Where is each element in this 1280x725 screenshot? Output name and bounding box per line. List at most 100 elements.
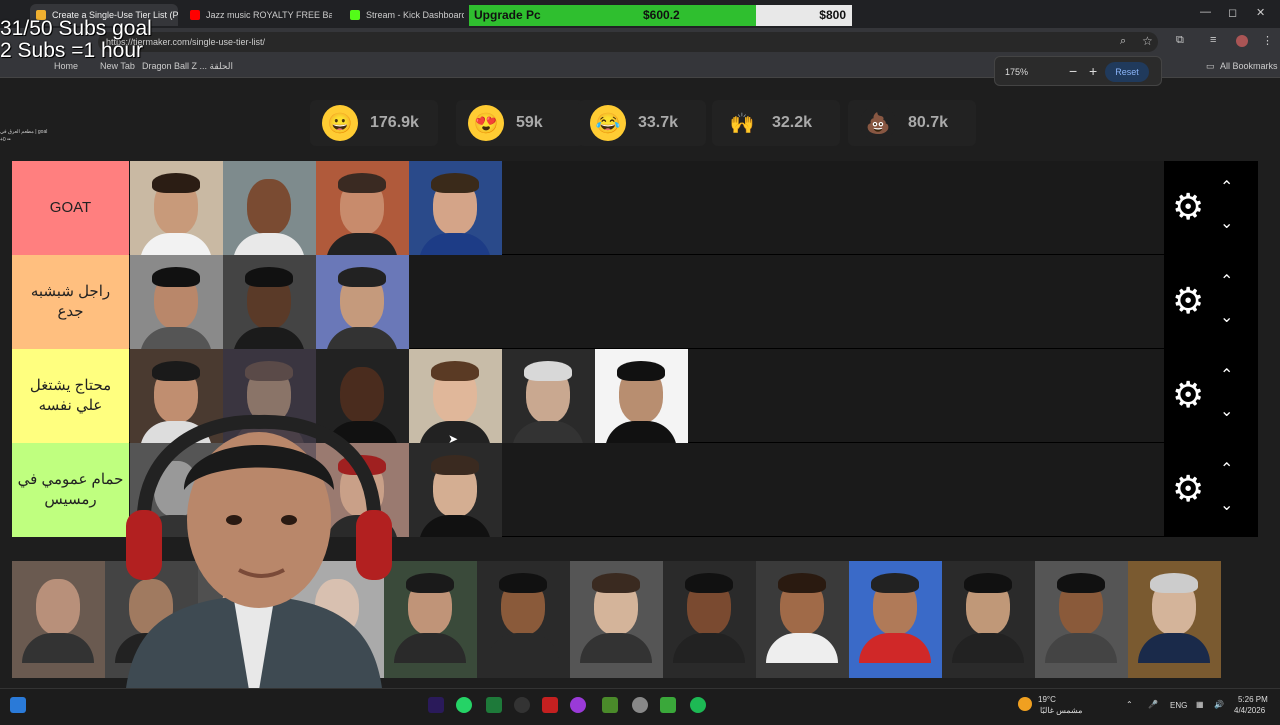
chevron-down-icon[interactable]: ⌄ [1220,401,1233,421]
tier-item-image[interactable] [502,349,595,443]
chevron-down-icon[interactable]: ⌄ [1220,495,1233,515]
clock-time[interactable]: 5:26 PM [1238,695,1268,704]
reaction-count: 59k [516,114,543,131]
tray-chevron-icon[interactable]: ⌃ [1126,700,1133,709]
windows-start-icon[interactable] [10,697,26,713]
minimize-icon[interactable]: — [1200,6,1211,18]
pool-item-image[interactable] [663,561,756,678]
tier-item-image[interactable] [130,255,223,349]
app-icon[interactable] [570,697,586,713]
notepad-icon[interactable] [660,697,676,713]
weather-temp[interactable]: 19°C [1038,695,1056,704]
subs-goal-line1: 31/50 Subs goal [0,17,152,40]
bookmark-new-tab[interactable]: New Tab [100,61,135,71]
tier-item-image[interactable] [595,349,688,443]
chevron-up-icon[interactable]: ⌃ [1220,365,1233,385]
microphone-icon[interactable]: 🎤 [1148,700,1158,709]
zoom-reset-button[interactable]: Reset [1105,62,1149,82]
chevron-up-icon[interactable]: ⌃ [1220,177,1233,197]
spotify-icon[interactable] [690,697,706,713]
tab-title: Jazz music ROYALTY FREE Backgr [206,10,332,20]
tier-item-image[interactable] [409,349,502,443]
reading-list-icon[interactable]: ≡ [1210,34,1216,46]
tab-kick-dashboard[interactable]: Stream - Kick Dashboard [344,4,464,26]
mouse-cursor-icon: ➤ [448,432,459,446]
pool-item-image[interactable] [756,561,849,678]
bookmark-star-icon[interactable]: ☆ [1142,34,1153,48]
volume-icon[interactable]: 🔊 [1214,700,1224,709]
gear-icon[interactable]: ⚙ [1172,189,1204,225]
obs-icon[interactable] [514,697,530,713]
tier-item-image[interactable] [316,161,409,255]
pool-item-image[interactable] [1035,561,1128,678]
tier-controls: ⚙ ⌃ ⌄ [1164,443,1258,537]
reaction-poop[interactable]: 💩 80.7k [848,100,976,146]
pool-item-image[interactable] [849,561,942,678]
tier-item-image[interactable] [223,255,316,349]
reaction-tears-of-joy[interactable]: 😂 33.7k [578,100,706,146]
reaction-count: 176.9k [370,114,419,131]
language-indicator[interactable]: ENG [1170,701,1187,710]
streamer-webcam-image [124,414,392,720]
chevron-down-icon[interactable]: ⌄ [1220,307,1233,327]
tier-row-goat: GOAT ⚙ ⌃ ⌄ [12,161,1258,255]
clock-date[interactable]: 4/4/2026 [1234,706,1265,715]
pool-item-image[interactable] [1128,561,1221,678]
pool-item-image[interactable] [477,561,570,678]
close-window-icon[interactable]: ✕ [1256,6,1265,19]
adobe-icon[interactable] [542,697,558,713]
zoom-in-button[interactable]: + [1089,63,1097,79]
windows-taskbar: 19°C مشمس غالبًا ⌃ 🎤 ENG ▦ 🔊 5:26 PM 4/4… [0,688,1280,720]
chevron-up-icon[interactable]: ⌃ [1220,271,1233,291]
webcam-overlay [84,410,414,720]
tier-label[interactable]: GOAT [12,161,129,255]
reaction-raised-hands[interactable]: 🙌 32.2k [712,100,840,146]
chevron-up-icon[interactable]: ⌃ [1220,459,1233,479]
pool-item-image[interactable] [570,561,663,678]
reaction-grinning[interactable]: 😀 176.9k [310,100,438,146]
profile-avatar[interactable] [1236,35,1248,47]
tier-items [130,255,409,349]
tier-controls: ⚙ ⌃ ⌄ [1164,349,1258,443]
pool-item-image[interactable] [942,561,1035,678]
settings-gear-icon[interactable] [632,697,648,713]
tier-item-image[interactable] [223,161,316,255]
weather-desc: مشمس غالبًا [1040,706,1083,715]
zoom-popup: 175% − + Reset [994,56,1162,86]
all-bookmarks[interactable]: All Bookmarks [1220,61,1278,71]
whatsapp-icon[interactable] [456,697,472,713]
tier-row-2: راجل شبشبه جدع ⚙ ⌃ ⌄ [12,255,1258,349]
tier-item-image[interactable] [316,255,409,349]
tier-item-image[interactable] [130,161,223,255]
reaction-count: 32.2k [772,114,813,131]
tier-item-image[interactable] [409,161,502,255]
menu-dots-icon[interactable]: ⋮ [1262,34,1273,47]
reaction-count: 33.7k [638,114,679,131]
tier-label[interactable]: راجل شبشبه جدع [12,255,129,349]
tier-controls: ⚙ ⌃ ⌄ [1164,255,1258,349]
tab-jazz-music[interactable]: Jazz music ROYALTY FREE Backgr ✕ [184,4,332,26]
goal-label: Upgrade Pc [474,8,541,22]
bookmark-dragon-ball[interactable]: Dragon Ball Z ... الحلقة [142,61,233,72]
zoom-out-button[interactable]: − [1069,63,1077,79]
goal-target: $800 [819,8,846,22]
subs-goal-line2: 2 Subs =1 hour [0,39,144,62]
excel-icon[interactable] [486,697,502,713]
browser-tab-bar: Create a Single-Use Tier List (Pa ✕ Jazz… [0,0,1280,28]
gear-icon[interactable]: ⚙ [1172,471,1204,507]
maximize-icon[interactable]: ◻ [1228,6,1237,19]
url-input[interactable]: https://tiermaker.com/single-use-tier-li… [98,32,1158,52]
gear-icon[interactable]: ⚙ [1172,377,1204,413]
gear-icon[interactable]: ⚙ [1172,283,1204,319]
tier-item-image[interactable] [409,443,502,537]
minecraft-icon[interactable] [602,697,618,713]
network-icon[interactable]: ▦ [1196,700,1204,709]
reaction-heart-eyes[interactable]: 😍 59k [456,100,584,146]
premiere-icon[interactable] [428,697,444,713]
chevron-down-icon[interactable]: ⌄ [1220,213,1233,233]
bookmark-home[interactable]: Home [54,61,78,71]
kick-favicon-icon [350,10,360,20]
zoom-icon[interactable]: ⌕ [1120,35,1126,48]
extensions-icon[interactable]: ⧉ [1176,34,1184,47]
chat-line: +0 •• [0,137,11,143]
